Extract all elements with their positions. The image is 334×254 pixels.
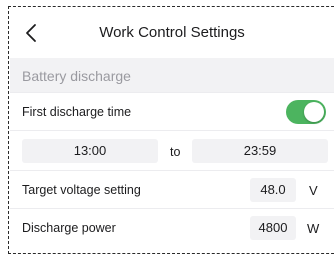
start-time-field[interactable]: 13:00 [22,139,158,163]
target-voltage-input[interactable]: 48.0 [250,178,296,202]
power-unit: W [307,221,320,236]
page-title: Work Control Settings [99,24,245,41]
first-discharge-row: First discharge time [10,92,334,131]
discharge-power-input[interactable]: 4800 [250,216,296,240]
voltage-unit: V [309,183,318,198]
section-title: Battery discharge [22,68,131,84]
time-range-row: 13:00 to 23:59 [10,130,334,171]
first-discharge-toggle[interactable] [286,100,326,124]
time-separator: to [170,145,181,159]
target-voltage-row: Target voltage setting 48.0 V [10,170,334,209]
first-discharge-label: First discharge time [22,105,132,119]
section-header: Battery discharge [10,58,334,92]
target-voltage-label: Target voltage setting [22,183,141,197]
nav-header: Work Control Settings [10,8,334,58]
discharge-power-row: Discharge power 4800 W [10,208,334,247]
end-time-field[interactable]: 23:59 [192,139,328,163]
toggle-knob [304,102,324,122]
discharge-power-label: Discharge power [22,221,116,235]
